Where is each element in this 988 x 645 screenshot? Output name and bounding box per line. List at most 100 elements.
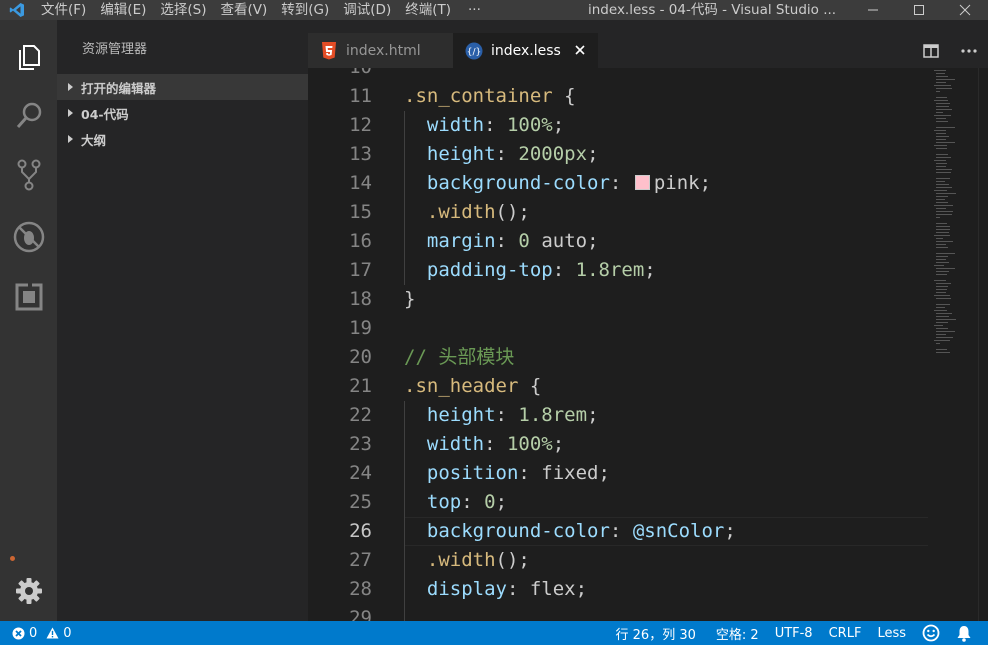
menu-selection[interactable]: 选择(S): [153, 0, 213, 20]
smiley-icon: [922, 624, 940, 642]
menu-view[interactable]: 查看(V): [214, 0, 275, 20]
code-line[interactable]: 20 // 头部模块: [308, 343, 928, 372]
minimap-line: [934, 70, 946, 71]
minimize-icon: [868, 9, 878, 11]
source-control-button[interactable]: [0, 146, 57, 203]
language-mode[interactable]: Less: [869, 621, 914, 645]
minimap-line: [934, 340, 950, 341]
problems-indicator[interactable]: 0 0: [10, 621, 80, 645]
minimap[interactable]: [928, 68, 978, 621]
code-line[interactable]: 26 background-color: @snColor;: [308, 517, 928, 546]
maximize-button[interactable]: [896, 0, 942, 20]
menu-bar: 文件(F) 编辑(E) 选择(S) 查看(V) 转到(G) 调试(D) 终端(T…: [34, 0, 491, 20]
search-icon: [16, 102, 41, 128]
menu-terminal[interactable]: 终端(T): [398, 0, 458, 20]
minimap-line: [936, 184, 949, 185]
code-line[interactable]: 10: [308, 68, 928, 82]
code-token: .sn_header: [404, 375, 519, 397]
code-line[interactable]: 12 width: 100%;: [308, 111, 928, 140]
code-text: height: 2000px;: [404, 140, 599, 169]
code-line[interactable]: 25 top: 0;: [308, 488, 928, 517]
code-line[interactable]: 21 .sn_header {: [308, 372, 928, 401]
minimap-line: [934, 100, 948, 101]
warning-icon: [46, 627, 59, 639]
vertical-scrollbar[interactable]: [978, 68, 988, 621]
code-token: .width: [426, 549, 496, 571]
code-token: :: [495, 404, 519, 426]
code-text: top: 0;: [404, 488, 507, 517]
code-line[interactable]: 28 display: flex;: [308, 575, 928, 604]
code-line[interactable]: 29: [308, 604, 928, 621]
code-line[interactable]: 14 background-color: pink;: [308, 169, 928, 198]
code-text: margin: 0 auto;: [404, 227, 599, 256]
minimize-button[interactable]: [850, 0, 896, 20]
end-of-line[interactable]: CRLF: [821, 621, 870, 645]
encoding[interactable]: UTF-8: [767, 621, 821, 645]
minimap-line: [934, 235, 950, 236]
menu-debug[interactable]: 调试(D): [336, 0, 398, 20]
minimap-line: [936, 229, 950, 230]
menu-edit[interactable]: 编辑(E): [93, 0, 153, 20]
code-token: margin: [426, 230, 496, 252]
code-editor[interactable]: 1011.sn_container {12 width: 100%;13 hei…: [308, 68, 988, 621]
minimap-line: [936, 73, 945, 74]
section-outline[interactable]: 大纲: [57, 126, 308, 152]
minimap-line: [934, 85, 951, 86]
search-button[interactable]: [0, 87, 57, 144]
section-folder[interactable]: 04-代码: [57, 100, 308, 126]
code-line[interactable]: 17 padding-top: 1.8rem;: [308, 256, 928, 285]
code-line[interactable]: 16 margin: 0 auto;: [308, 227, 928, 256]
code-line[interactable]: 27 .width();: [308, 546, 928, 575]
extensions-button[interactable]: [0, 268, 57, 325]
code-line[interactable]: 11 .sn_container {: [308, 82, 928, 111]
cursor-position[interactable]: 行 26，列 30: [608, 621, 704, 645]
code-token: display: [426, 578, 507, 600]
explorer-button[interactable]: [0, 28, 57, 85]
error-count: 0: [29, 625, 38, 641]
tab-index-less[interactable]: {/} index.less: [453, 33, 598, 68]
code-line[interactable]: 23 width: 100%;: [308, 430, 928, 459]
code-line[interactable]: 15 .width();: [308, 198, 928, 227]
svg-text:{/}: {/}: [467, 47, 481, 57]
indentation[interactable]: 空格: 2: [708, 621, 767, 645]
code-line[interactable]: 22 height: 1.8rem;: [308, 401, 928, 430]
extensions-icon: [15, 282, 42, 310]
minimap-line: [936, 166, 946, 167]
notifications-button[interactable]: [948, 621, 988, 645]
split-editor-button[interactable]: [912, 33, 950, 68]
chevron-right-icon: [67, 134, 81, 144]
debug-button[interactable]: [0, 208, 57, 265]
code-token: 1.8rem: [518, 404, 588, 426]
feedback-button[interactable]: [914, 621, 948, 645]
gear-icon: [15, 577, 42, 604]
minimap-line: [934, 265, 944, 266]
code-line[interactable]: 24 position: fixed;: [308, 459, 928, 488]
minimap-line: [934, 205, 953, 206]
menu-more-button[interactable]: ···: [458, 0, 491, 20]
minimap-line: [936, 337, 953, 338]
code-line[interactable]: 13 height: 2000px;: [308, 140, 928, 169]
close-window-button[interactable]: [942, 0, 988, 20]
chevron-right-icon: [67, 82, 81, 92]
code-token: ;: [644, 259, 656, 281]
code-token: :: [484, 433, 507, 455]
minimap-line: [936, 88, 952, 89]
code-token: @snColor: [632, 520, 725, 542]
settings-button[interactable]: [0, 562, 57, 619]
line-number: 10: [308, 68, 372, 82]
close-tab-button[interactable]: [572, 42, 588, 58]
code-token: :: [552, 259, 576, 281]
code-text: width: 100%;: [404, 430, 564, 459]
more-actions-button[interactable]: [950, 33, 988, 68]
tab-index-html[interactable]: index.html: [308, 33, 453, 68]
minimap-line: [936, 97, 947, 98]
menu-file[interactable]: 文件(F): [34, 0, 93, 20]
code-token: ;: [552, 114, 565, 136]
section-open-editors[interactable]: 打开的编辑器: [57, 74, 308, 100]
code-line[interactable]: 19: [308, 314, 928, 343]
menu-go[interactable]: 转到(G): [274, 0, 336, 20]
code-text: .width();: [404, 546, 530, 575]
color-swatch[interactable]: [634, 175, 650, 190]
line-number: 18: [349, 288, 372, 310]
code-line[interactable]: 18}: [308, 285, 928, 314]
